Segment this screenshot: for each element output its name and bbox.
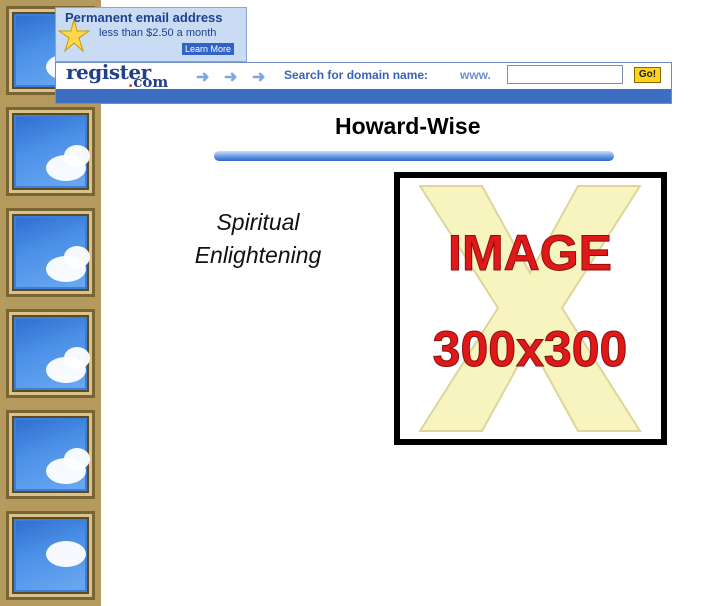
sky-frame-tile [0, 505, 101, 606]
logo-com: com [133, 73, 169, 91]
domain-search-input[interactable] [507, 65, 623, 84]
promo-subtitle: less than $2.50 a month [99, 27, 217, 39]
tagline-line-2: Enlightening [194, 242, 322, 268]
sky-frame-tile [0, 202, 101, 303]
blue-divider-bar [214, 151, 614, 161]
tagline: Spiritual Enlightening [180, 206, 336, 272]
domain-search-bar: register .com ➜ ➜ ➜ Search for domain na… [55, 60, 672, 104]
banner-bottom-stripe [56, 89, 671, 103]
promo-title: Permanent email address [65, 10, 223, 25]
tagline-line-1: Spiritual [216, 209, 300, 235]
arrow-right-icon: ➜ [224, 69, 238, 86]
www-prefix: www. [460, 68, 491, 82]
domain-search-label: Search for domain name: [284, 68, 429, 82]
arrow-right-icon: ➜ [252, 69, 266, 86]
register-banner: Permanent email address less than $2.50 … [55, 7, 672, 105]
image-placeholder: IMAGE 300x300 [394, 172, 667, 445]
sky-frame-tile [0, 303, 101, 404]
placeholder-text-image: IMAGE [448, 225, 612, 281]
email-promo[interactable]: Permanent email address less than $2.50 … [55, 7, 247, 62]
arrow-right-icon: ➜ [196, 69, 210, 86]
sky-frame-tile [0, 404, 101, 505]
placeholder-text-size: 300x300 [433, 321, 628, 377]
go-button[interactable]: Go! [634, 67, 661, 83]
page-title: Howard-Wise [335, 113, 481, 139]
register-logo-com[interactable]: .com [128, 73, 168, 91]
learn-more-link[interactable]: Learn More [181, 43, 234, 55]
sky-frame-tile [0, 101, 101, 202]
